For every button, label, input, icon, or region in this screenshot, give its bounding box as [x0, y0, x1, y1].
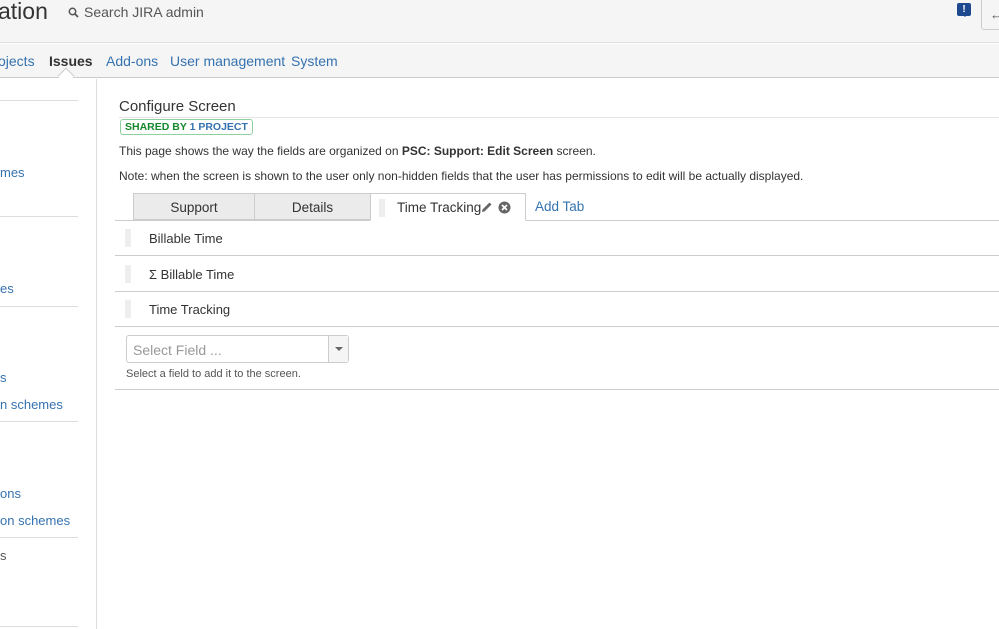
page-title: Configure Screen [119, 98, 236, 115]
note: Note: when the screen is shown to the us… [119, 169, 804, 183]
divider [0, 537, 78, 538]
select-help: Select a field to add it to the screen. [126, 368, 301, 380]
screen-name: PSC: Support: Edit Screen [401, 144, 554, 158]
admin-nav: ojects Issues Add-ons User management Sy… [0, 44, 999, 85]
add-tab-link[interactable]: Add Tab [535, 199, 584, 214]
search-placeholder: Search JIRA admin [84, 4, 204, 20]
drag-handle-icon[interactable] [125, 300, 131, 318]
badge-text: SHARED BY [125, 121, 190, 133]
drag-handle-icon[interactable] [379, 199, 385, 217]
nav-addons[interactable]: Add-ons [106, 53, 158, 69]
search-icon [68, 7, 79, 18]
field-row[interactable]: Billable Time [115, 221, 999, 256]
field-row[interactable]: Time Tracking [115, 292, 999, 327]
shared-projects-link[interactable]: 1 PROJECT [190, 121, 248, 133]
divider [0, 100, 78, 101]
nav-projects[interactable]: ojects [0, 53, 35, 69]
divider [0, 626, 78, 627]
back-arrow-icon[interactable]: ← [981, 0, 999, 30]
sidebar-link[interactable]: es [0, 281, 14, 296]
sidebar: mes es s n schemes ons on schemes s [0, 79, 97, 629]
chevron-down-icon[interactable] [328, 336, 348, 362]
tab-time-tracking[interactable]: Time Tracking [370, 193, 526, 221]
desc-text: This page shows the way the fields are o… [119, 144, 402, 158]
tab-support[interactable]: Support [133, 193, 255, 220]
nav-issues[interactable]: Issues [49, 53, 93, 69]
sidebar-link[interactable]: n schemes [0, 397, 63, 412]
shared-badge: SHARED BY 1 PROJECT [120, 119, 253, 135]
sidebar-link[interactable]: ons [0, 486, 21, 501]
tab-label: Time Tracking [397, 200, 482, 215]
nav-system[interactable]: System [291, 53, 338, 69]
tab-details[interactable]: Details [254, 193, 371, 220]
divider [119, 117, 999, 118]
feedback-icon[interactable]: ! [957, 3, 971, 17]
sidebar-link[interactable]: s [0, 370, 7, 385]
close-icon[interactable] [498, 201, 511, 214]
divider [0, 306, 78, 307]
nav-user-management[interactable]: User management [170, 53, 285, 69]
sidebar-link[interactable]: on schemes [0, 513, 70, 528]
field-name: Σ Billable Time [149, 267, 235, 282]
description: This page shows the way the fields are o… [119, 144, 596, 158]
sidebar-link[interactable]: s [0, 548, 7, 563]
field-name: Billable Time [149, 231, 223, 246]
drag-handle-icon[interactable] [125, 229, 131, 247]
divider [0, 216, 78, 217]
divider [0, 421, 78, 422]
sidebar-link[interactable]: mes [0, 165, 25, 180]
field-row[interactable]: Σ Billable Time [115, 257, 999, 292]
select-placeholder: Select Field ... [133, 342, 222, 358]
pencil-icon[interactable] [481, 201, 493, 213]
drag-handle-icon[interactable] [125, 265, 131, 283]
header: ation Search JIRA admin ! ← [0, 0, 999, 43]
field-name: Time Tracking [149, 302, 231, 317]
divider [115, 389, 999, 390]
admin-search[interactable]: Search JIRA admin [68, 4, 204, 20]
app-title: ation [0, 0, 48, 24]
select-field-dropdown[interactable]: Select Field ... [126, 335, 349, 363]
desc-text: screen. [553, 144, 596, 158]
